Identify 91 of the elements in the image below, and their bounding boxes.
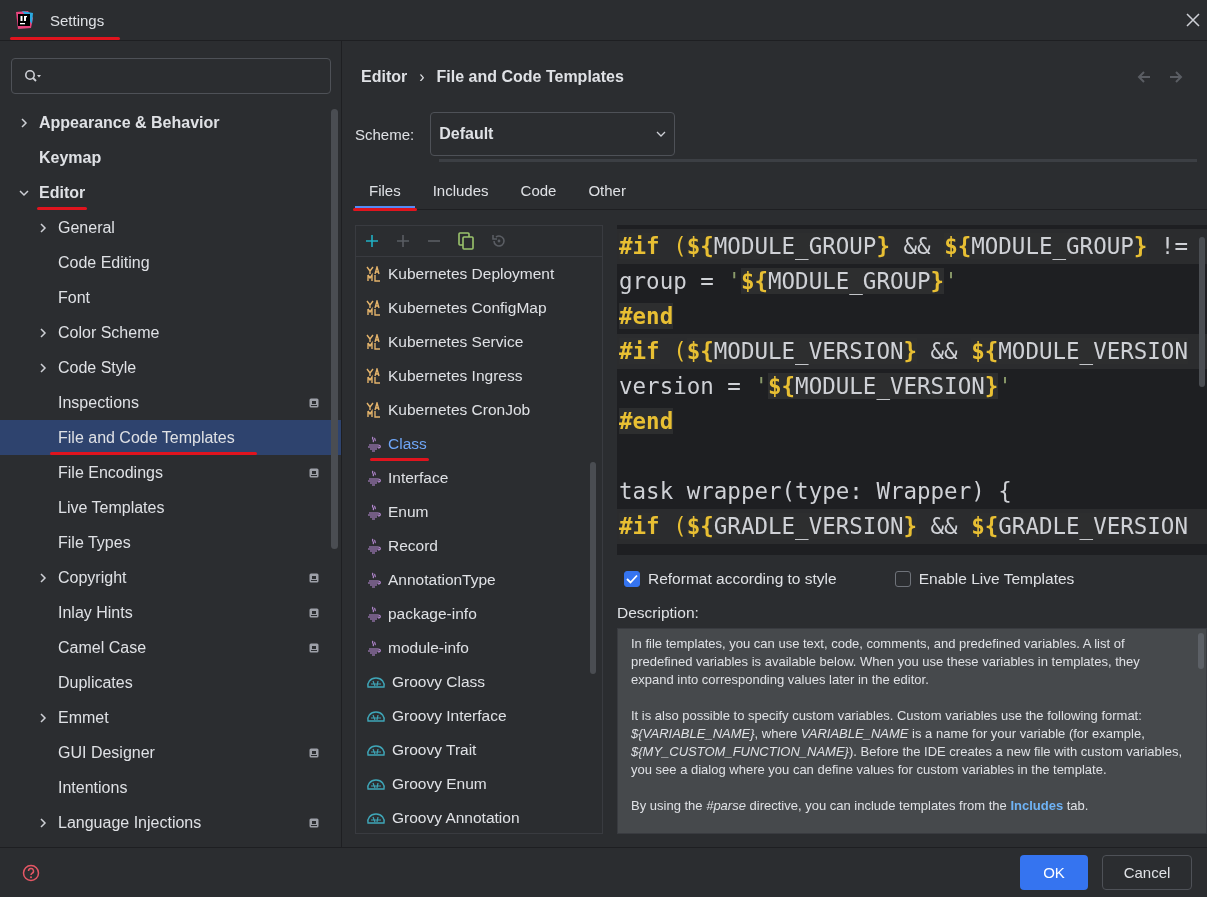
coffee-cup-icon <box>366 606 382 622</box>
template-item[interactable]: Kubernetes Ingress <box>356 359 602 393</box>
tree-item[interactable]: Code Style <box>0 350 341 385</box>
copy-icon[interactable] <box>458 232 474 250</box>
back-arrow-icon[interactable] <box>1137 71 1151 83</box>
template-item[interactable]: AnnotationType <box>356 563 602 597</box>
template-item[interactable]: Groovy Enum <box>356 767 602 801</box>
tree-item[interactable]: Appearance & Behavior <box>0 105 341 140</box>
tree-item[interactable]: Camel Case <box>0 630 341 665</box>
help-icon[interactable] <box>22 863 40 882</box>
breadcrumb-separator: › <box>419 68 425 86</box>
template-item[interactable]: module-info <box>356 631 602 665</box>
tree-item[interactable]: General <box>0 210 341 245</box>
forward-arrow-icon[interactable] <box>1169 71 1183 83</box>
chevron-down-icon <box>656 131 667 137</box>
yaml-file-icon <box>366 402 382 418</box>
scrollbar[interactable] <box>590 462 596 674</box>
template-item[interactable]: Interface <box>356 461 602 495</box>
yaml-file-icon <box>366 266 382 282</box>
template-item[interactable]: Kubernetes ConfigMap <box>356 291 602 325</box>
scheme-label: Scheme: <box>355 125 415 143</box>
code-line: group = '${MODULE_GROUP}' <box>618 267 959 297</box>
checkbox[interactable] <box>624 571 640 587</box>
yaml-file-icon <box>366 334 382 350</box>
add-icon[interactable] <box>365 234 379 248</box>
template-item[interactable]: Kubernetes Service <box>356 325 602 359</box>
scheme-dropdown[interactable]: Default <box>430 112 676 156</box>
code-editor[interactable] <box>617 225 1207 555</box>
template-item[interactable]: Groovy Class <box>356 665 602 699</box>
tab[interactable]: Files <box>355 175 415 209</box>
window-title: Settings <box>50 11 105 29</box>
coffee-cup-icon <box>366 538 382 554</box>
tree-item[interactable]: File Encodings <box>0 455 341 490</box>
template-item[interactable]: Class <box>356 427 602 461</box>
tree-item[interactable]: Font <box>0 280 341 315</box>
yaml-file-icon <box>366 300 382 316</box>
checkbox-label: Enable Live Templates <box>918 570 1075 588</box>
includes-link[interactable]: Includes <box>1010 798 1064 813</box>
tree-item[interactable]: Language Injections <box>0 805 341 840</box>
app-logo-icon <box>14 10 34 30</box>
template-item[interactable]: Kubernetes CronJob <box>356 393 602 427</box>
search-field[interactable] <box>11 58 331 94</box>
breadcrumb-item: File and Code Templates <box>436 68 624 86</box>
scrollbar[interactable] <box>1198 633 1204 669</box>
template-item[interactable]: Groovy Annotation <box>356 801 602 833</box>
coffee-cup-icon <box>366 470 382 486</box>
tree-item[interactable]: Inspections <box>0 385 341 420</box>
checkbox-label: Reformat according to style <box>648 570 837 588</box>
checkbox[interactable] <box>894 571 911 587</box>
tab[interactable]: Code <box>506 175 571 209</box>
coffee-cup-icon <box>366 572 382 588</box>
code-line: task wrapper(type: Wrapper) { <box>618 477 1013 506</box>
tree-item[interactable]: Live Templates <box>0 490 341 525</box>
reset-icon[interactable] <box>491 233 507 249</box>
tree-item[interactable]: Copyright <box>0 560 341 595</box>
scrollbar[interactable] <box>1199 237 1205 387</box>
close-icon[interactable] <box>1186 13 1200 27</box>
tree-item[interactable]: GUI Designer <box>0 735 341 770</box>
scrollbar[interactable] <box>331 109 338 549</box>
tree-item[interactable]: Inlay Hints <box>0 595 341 630</box>
dialog-button[interactable]: OK <box>1020 855 1088 890</box>
description-label: Description: <box>617 603 700 623</box>
template-item[interactable]: Kubernetes Deployment <box>356 257 602 291</box>
tree-item[interactable]: Emmet <box>0 700 341 735</box>
add-icon[interactable] <box>396 234 410 248</box>
breadcrumb-item[interactable]: Editor <box>361 68 408 86</box>
tab[interactable]: Other <box>574 175 640 209</box>
tree-item[interactable]: Color Scheme <box>0 315 341 350</box>
tab[interactable]: Includes <box>418 175 503 209</box>
tree-item[interactable]: Intentions <box>0 770 341 805</box>
tree-item[interactable]: File Types <box>0 525 341 560</box>
description-paragraph: In file templates, you can use text, code, comments, and predefined variables. A list of predefined variables is available below. When you use these variables in templates, they expand into corresponding values later in the editor. <box>631 635 1141 689</box>
description-paragraph: It is also possible to specify custom variables. Custom variables use the following format: ${VARIABLE_NAME}, where VARIABLE_NAME is a name for your variable (for example, ${MY_CUSTOM_FUNCTION_NAME}). Before the IDE creates a new file with custom variables, you see a dialog where you can define values for custom variables in the template. <box>631 707 1182 779</box>
tree-item[interactable]: Code Editing <box>0 245 341 280</box>
search-icon <box>24 69 42 83</box>
dialog-button[interactable]: Cancel <box>1102 855 1192 890</box>
tree-item[interactable]: File and Code Templates <box>0 420 341 455</box>
template-item[interactable]: package-info <box>356 597 602 631</box>
template-item[interactable]: Groovy Interface <box>356 699 602 733</box>
template-item[interactable]: Groovy Trait <box>356 733 602 767</box>
description-paragraph: By using the #parse directive, you can include templates from the Includes tab. <box>631 797 1090 815</box>
tree-item[interactable]: Editor <box>0 175 341 210</box>
coffee-cup-icon <box>366 504 382 520</box>
coffee-cup-icon <box>366 436 382 452</box>
code-line: version = '${MODULE_VERSION}' <box>618 372 1013 402</box>
yaml-file-icon <box>366 368 382 384</box>
coffee-cup-icon <box>366 640 382 656</box>
template-item[interactable]: Enum <box>356 495 602 529</box>
tree-item[interactable]: Duplicates <box>0 665 341 700</box>
template-item[interactable]: Record <box>356 529 602 563</box>
tree-item[interactable]: Keymap <box>0 140 341 175</box>
